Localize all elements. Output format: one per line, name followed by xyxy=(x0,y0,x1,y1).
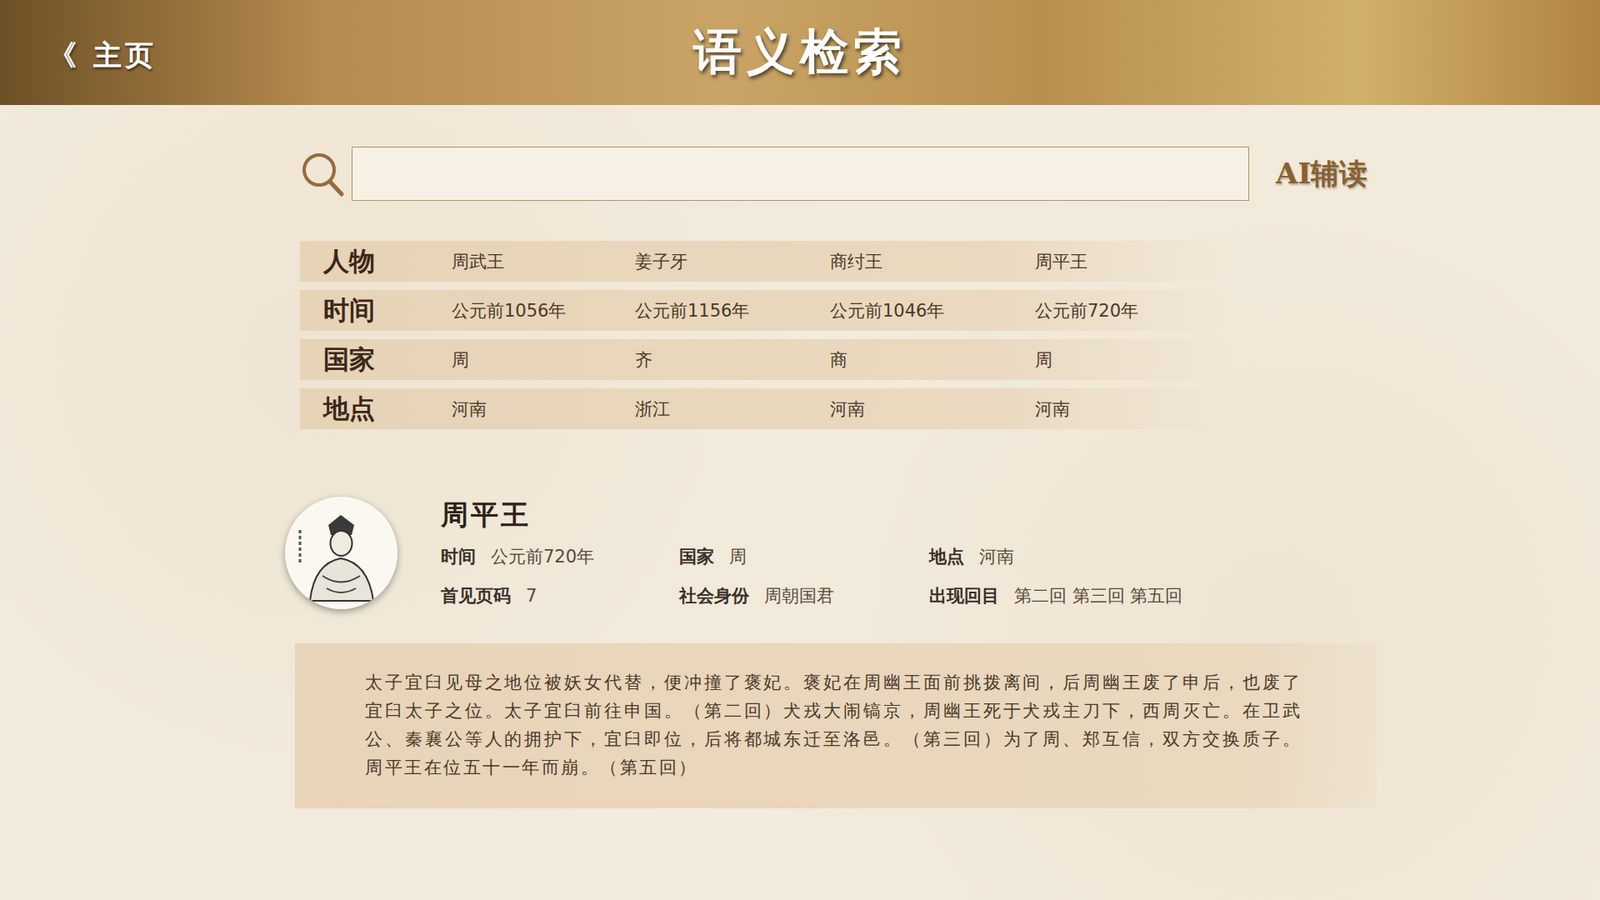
facet-value[interactable]: 周平王 xyxy=(1035,250,1230,274)
facet-value[interactable]: 商 xyxy=(830,348,1035,372)
facet-table: 人物 周武王姜子牙商纣王周平王时间 公元前1056年公元前1156年公元前104… xyxy=(300,240,1230,430)
facet-value[interactable]: 河南 xyxy=(830,397,1035,421)
field-value: 周朝国君 xyxy=(764,582,835,610)
facet-value[interactable]: 公元前720年 xyxy=(1035,299,1230,323)
field-label: 社会身份 xyxy=(679,582,750,610)
person-field: 地点 河南 xyxy=(929,543,1280,571)
facet-row: 国家 周齐商周 xyxy=(300,339,1230,380)
facet-label: 地点 xyxy=(300,391,452,427)
home-button[interactable]: 《 主页 xyxy=(48,36,157,75)
facet-value[interactable]: 浙江 xyxy=(635,397,830,421)
facet-value[interactable]: 河南 xyxy=(1035,397,1230,421)
person-name: 周平王 xyxy=(440,496,1280,534)
facet-value[interactable]: 周武王 xyxy=(451,250,635,274)
field-label: 国家 xyxy=(679,543,715,571)
field-label: 首见页码 xyxy=(440,582,511,610)
person-field: 出现回目 第二回 第三回 第五回 xyxy=(929,582,1280,610)
ai-read-button[interactable]: AI辅读 xyxy=(1275,155,1368,194)
facet-value[interactable]: 周 xyxy=(451,348,635,372)
field-value: 公元前720年 xyxy=(490,543,595,571)
portrait-image xyxy=(285,496,398,610)
facet-value[interactable]: 齐 xyxy=(635,348,830,372)
person-card: 周平王 时间 公元前720年国家 周地点 河南首见页码 7社会身份 周朝国君出现… xyxy=(285,496,1434,610)
facet-value[interactable]: 河南 xyxy=(451,397,635,421)
search-input[interactable] xyxy=(351,146,1250,201)
field-value: 7 xyxy=(525,582,537,610)
field-label: 时间 xyxy=(440,543,476,571)
field-value: 周 xyxy=(729,543,747,571)
facet-label: 国家 xyxy=(300,342,452,378)
portrait-icon xyxy=(285,496,398,610)
field-value: 第二回 第三回 第五回 xyxy=(1014,582,1183,610)
main: AI辅读 人物 周武王姜子牙商纣王周平王时间 公元前1056年公元前1156年公… xyxy=(0,146,1600,809)
header: 《 主页 语义检索 xyxy=(0,0,1600,105)
person-field: 国家 周 xyxy=(679,543,930,571)
person-fields: 时间 公元前720年国家 周地点 河南首见页码 7社会身份 周朝国君出现回目 第… xyxy=(440,543,1280,610)
facet-value[interactable]: 商纣王 xyxy=(830,250,1035,274)
search-bar: AI辅读 xyxy=(285,146,1434,201)
page-title: 语义检索 xyxy=(693,20,907,85)
page: 《 主页 语义检索 AI辅读 人物 周武王姜子牙商纣王周平王时间 公元前1056… xyxy=(0,0,1600,900)
person-field: 首见页码 7 xyxy=(440,582,680,610)
field-label: 地点 xyxy=(929,543,965,571)
facet-row: 时间 公元前1056年公元前1156年公元前1046年公元前720年 xyxy=(300,290,1230,331)
person-description: 太子宜臼见母之地位被妖女代替，便冲撞了褒妃。褒妃在周幽王面前挑拨离间，后周幽王废… xyxy=(295,643,1377,809)
facet-label: 人物 xyxy=(300,244,452,280)
facet-label: 时间 xyxy=(300,293,452,329)
facet-value[interactable]: 公元前1056年 xyxy=(451,299,635,323)
facet-value[interactable]: 姜子牙 xyxy=(635,250,830,274)
facet-value[interactable]: 公元前1156年 xyxy=(635,299,830,323)
person-field: 时间 公元前720年 xyxy=(440,543,680,571)
search-icon[interactable] xyxy=(300,150,345,198)
facet-row: 人物 周武王姜子牙商纣王周平王 xyxy=(300,240,1230,282)
field-value: 河南 xyxy=(979,543,1015,571)
facet-value[interactable]: 公元前1046年 xyxy=(830,299,1035,323)
field-label: 出现回目 xyxy=(929,582,1000,610)
person-field: 社会身份 周朝国君 xyxy=(679,582,930,610)
person-info: 周平王 时间 公元前720年国家 周地点 河南首见页码 7社会身份 周朝国君出现… xyxy=(440,496,1280,610)
facet-value[interactable]: 周 xyxy=(1035,348,1230,372)
facet-row: 地点 河南浙江河南河南 xyxy=(300,388,1230,430)
description-text: 太子宜臼见母之地位被妖女代替，便冲撞了褒妃。褒妃在周幽王面前挑拨离间，后周幽王废… xyxy=(365,668,1302,782)
